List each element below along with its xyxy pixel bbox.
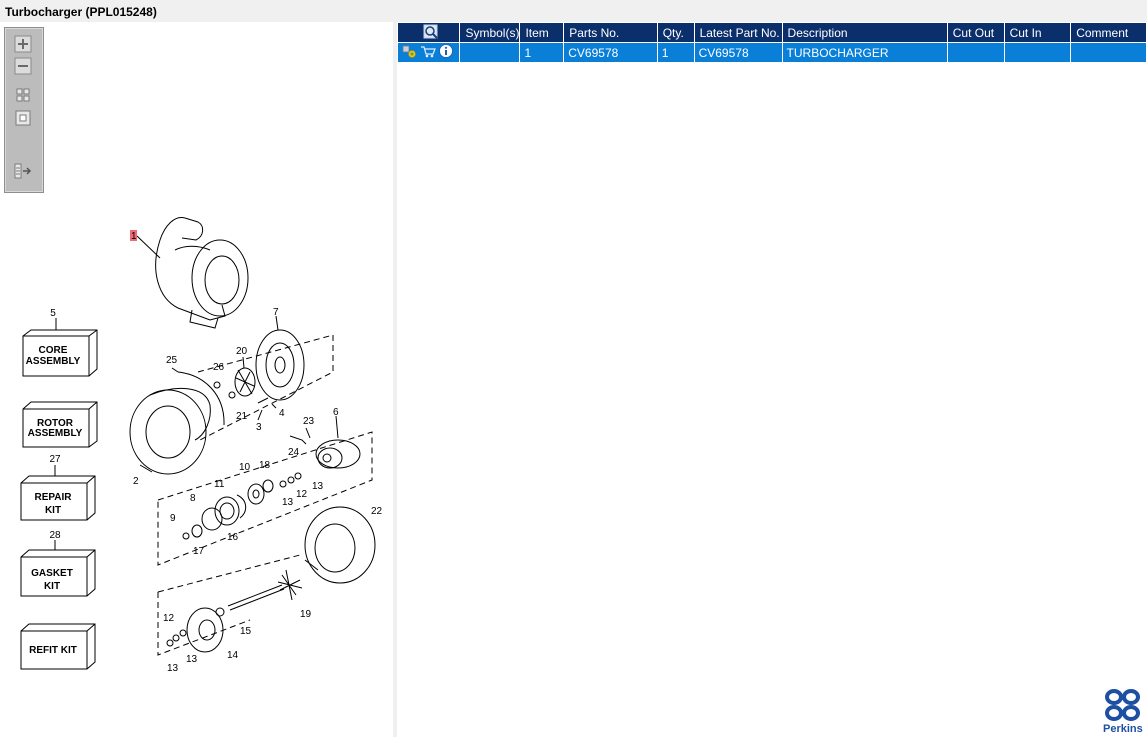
column-header-icons[interactable] [398,23,461,43]
callout-2: 2 [133,476,139,487]
callout-3: 3 [256,422,262,433]
turbocharger-exploded-diagram: 1 7 25 26 20 21 3 4 2 23 24 6 10 18 11 8… [20,216,383,674]
kit-number-5: 5 [50,308,56,319]
column-header-qty[interactable]: Qty. [657,23,695,43]
kit-label-core-1: CORE [39,345,68,356]
callout-8: 8 [190,493,196,504]
cell-cut-out [947,42,1005,62]
row-action-icons [398,42,461,62]
parts-table: Symbol(s) Item Parts No. Qty. Latest Par… [398,23,1147,62]
column-header-latest-part-no[interactable]: Latest Part No. [694,23,783,43]
column-header-comment[interactable]: Comment [1070,23,1147,43]
callout-15: 15 [240,626,252,637]
callout-6: 6 [333,407,339,418]
callout-12: 12 [296,489,308,500]
callout-13b: 13 [282,497,294,508]
cell-qty: 1 [657,42,695,62]
cell-item: 1 [519,42,565,62]
callout-13d: 13 [167,663,179,674]
callout-26: 26 [213,362,225,373]
fit-all-icon[interactable] [14,86,32,104]
zoom-out-icon[interactable] [14,57,32,75]
callout-11: 11 [214,479,225,490]
kit-label-gasket-2: KIT [44,581,60,592]
search-icon[interactable] [423,24,439,39]
fit-window-icon[interactable] [14,109,32,127]
show-list-icon[interactable] [14,162,32,180]
kit-label-rotor-2: ASSEMBLY [28,428,83,439]
callout-1: 1 [131,231,137,242]
callout-25: 25 [166,355,178,366]
column-header-cut-in[interactable]: Cut In [1004,23,1072,43]
callout-17: 17 [193,546,205,557]
cart-icon[interactable] [421,46,436,58]
part-1-turbocharger-drawing[interactable] [136,216,249,329]
cell-symbols [459,42,521,62]
title-bar: Turbocharger (PPL015248) [0,0,1147,23]
table-row[interactable]: 1 CV69578 1 CV69578 TURBOCHARGER [398,42,1147,62]
callout-18: 18 [259,460,271,471]
kit-label-repair-1: REPAIR [34,492,72,503]
cell-latest-part-no: CV69578 [694,42,783,62]
callout-4: 4 [279,408,285,419]
callout-9: 9 [170,513,176,524]
window-title: Turbocharger (PPL015248) [5,5,157,19]
callout-23: 23 [303,416,315,427]
replacement-icon[interactable] [402,45,416,58]
zoom-in-icon[interactable] [14,35,32,53]
callout-16: 16 [227,532,239,543]
kit-number-27: 27 [49,454,61,465]
cell-description: TURBOCHARGER [782,42,948,62]
callout-22: 22 [371,506,383,517]
callout-21: 21 [236,411,248,422]
kit-label-gasket-1: GASKET [31,568,73,579]
cell-comment [1070,42,1147,62]
kit-label-repair-2: KIT [45,505,61,516]
column-header-parts-no[interactable]: Parts No. [563,23,658,43]
callout-14: 14 [227,650,239,661]
cell-cut-in [1004,42,1072,62]
callout-19: 19 [300,609,312,620]
column-header-description[interactable]: Description [782,23,948,43]
kit-number-28: 28 [49,530,61,541]
parts-list-pane: Symbol(s) Item Parts No. Qty. Latest Par… [397,22,1147,737]
table-header-row: Symbol(s) Item Parts No. Qty. Latest Par… [398,23,1147,43]
cell-parts-no: CV69578 [563,42,658,62]
callout-7: 7 [273,307,279,318]
callout-12b: 12 [163,613,175,624]
kit-label-core-2: ASSEMBLY [26,356,81,367]
info-icon[interactable] [439,44,453,58]
column-header-item[interactable]: Item [519,23,565,43]
callout-10: 10 [239,462,251,473]
column-header-symbols[interactable]: Symbol(s) [459,23,521,43]
zoom-toolbox [4,27,44,193]
callout-13: 13 [312,481,324,492]
callout-20: 20 [236,346,248,357]
column-header-cut-out[interactable]: Cut Out [947,23,1005,43]
perkins-logo-text: Perkins [1103,723,1143,735]
callout-13c: 13 [186,654,198,665]
kit-label-refit: REFIT KIT [29,645,77,656]
callout-24: 24 [288,447,300,458]
